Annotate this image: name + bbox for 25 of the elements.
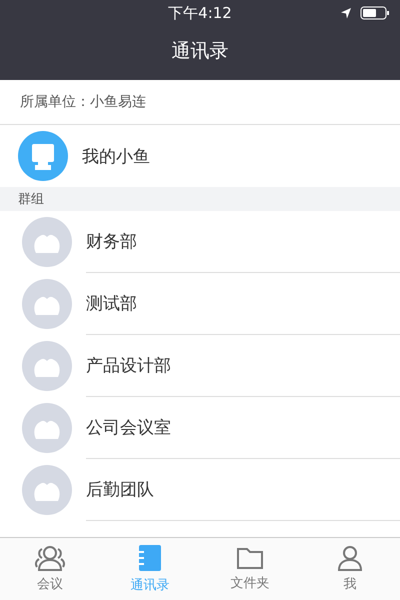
group-avatar-icon <box>22 465 72 515</box>
group-avatar-icon <box>22 217 72 267</box>
group-avatar-icon <box>22 279 72 329</box>
group-name[interactable]: 公司会议室 <box>86 397 400 459</box>
group-avatar-icon <box>22 341 72 391</box>
section-header: 群组 <box>0 187 400 211</box>
battery-icon <box>360 6 390 20</box>
group-avatar-icon <box>22 403 72 453</box>
group-name[interactable]: 财务部 <box>86 211 400 273</box>
person-icon <box>337 545 363 571</box>
people-icon <box>34 545 66 571</box>
monitor-icon <box>18 131 68 181</box>
tab[interactable]: 文件夹 <box>200 538 300 600</box>
group-name[interactable]: 产品设计部 <box>86 335 400 397</box>
page-title: 通讯录 <box>170 39 230 64</box>
folder-icon <box>236 546 264 570</box>
group-name[interactable]: 测试部 <box>86 273 400 335</box>
notebook-icon <box>137 544 163 572</box>
group-name[interactable]: 后勤团队 <box>86 459 400 521</box>
status-time: 下午4:12 <box>168 4 232 22</box>
tab[interactable]: 我 <box>300 538 400 600</box>
organization-label: 所属单位：小鱼易连 <box>0 80 400 125</box>
location-icon <box>340 7 352 19</box>
device-name[interactable]: 我的小鱼 <box>82 125 400 187</box>
tab[interactable]: 会议 <box>0 538 100 600</box>
